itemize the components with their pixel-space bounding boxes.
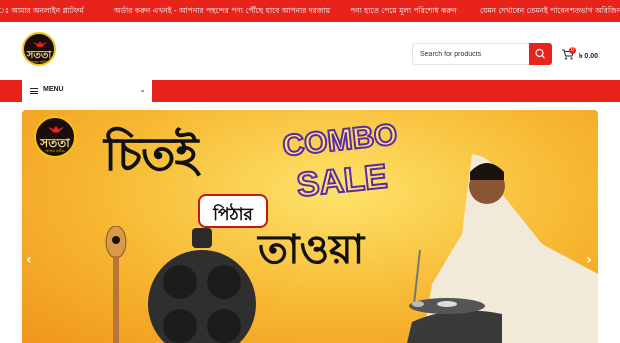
announcement-bar: ঃ আমার অনলাইন প্লাটফর্ম অর্ডার করুন এখনই… <box>0 0 620 22</box>
hero-logo-tagline: আস্থার প্রতীক <box>45 149 65 153</box>
menu-button[interactable]: MENU ⌄ <box>22 80 152 102</box>
hamburger-icon <box>30 88 38 94</box>
announcement-item: পন্য হাতে পেয়ে মূল্য পরিশোধ করুন <box>350 6 457 15</box>
menu-label: MENU <box>43 86 64 93</box>
arrow-right-icon[interactable]: › <box>586 252 592 268</box>
hero-banner[interactable]: সততা আস্থার প্রতীক চিতই পিঠার তাওয়া COM… <box>22 110 598 343</box>
hero-title-line1: চিতই <box>104 127 198 181</box>
hero-pill-text: পিঠার <box>213 205 253 225</box>
ladle-illustration <box>105 226 127 343</box>
announcement-item: শতভাগ অরিজিনাল <box>570 6 620 15</box>
search-icon <box>535 48 545 59</box>
site-header: সততা আস্থার প্রতীক 0 ৳ 0.00 <box>0 22 620 80</box>
announcement-item: ঃ আমার অনলাইন প্লাটফর্ম <box>0 6 84 15</box>
search-input[interactable] <box>413 44 531 64</box>
bird-icon <box>33 41 47 47</box>
announcement-item: অর্ডার করুন এখনই - আপনার পছন্দের পণ্য পৌ… <box>114 6 331 15</box>
pitha-pan-illustration <box>148 228 256 343</box>
search-button[interactable] <box>529 43 552 65</box>
logo-tagline: আস্থার প্রতীক <box>30 60 48 64</box>
nav-bar: MENU ⌄ <box>0 80 620 102</box>
chevron-down-icon: ⌄ <box>139 85 146 94</box>
cart-count-badge: 0 <box>569 47 576 54</box>
site-logo[interactable]: সততা আস্থার প্রতীক <box>22 32 56 66</box>
cooking-woman-illustration <box>407 154 598 343</box>
bird-icon <box>48 125 64 133</box>
hero-logo: সততা আস্থার প্রতীক <box>34 116 76 158</box>
cart-total[interactable]: ৳ 0.00 <box>579 50 598 62</box>
arrow-left-icon[interactable]: ‹ <box>26 252 32 268</box>
announcement-item: যেমন দেখাবেন তেমনই পাবেন <box>480 6 570 15</box>
hero-title-line2: তাওয়া <box>258 227 365 273</box>
search-box <box>412 43 552 65</box>
